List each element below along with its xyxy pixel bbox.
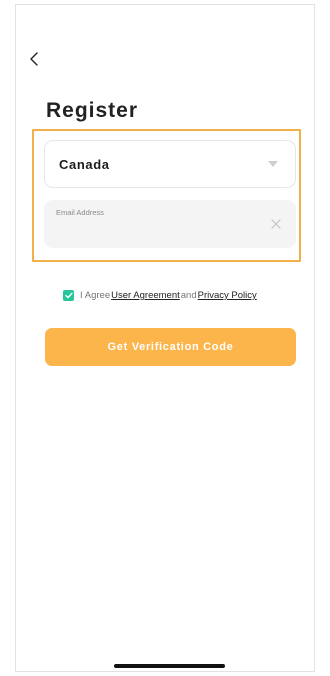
email-input[interactable] <box>56 222 256 240</box>
close-icon[interactable] <box>270 218 282 230</box>
get-verification-code-button[interactable]: Get Verification Code <box>45 328 296 366</box>
page-title: Register <box>46 99 139 122</box>
check-icon <box>64 292 73 299</box>
email-field[interactable]: Email Address <box>44 200 296 248</box>
agreement-row: I Agree User Agreement and Privacy Polic… <box>63 290 257 301</box>
email-label: Email Address <box>56 208 104 217</box>
chevron-left-icon <box>30 52 38 66</box>
agree-conjunction: and <box>180 290 197 301</box>
back-button[interactable] <box>27 49 41 69</box>
home-indicator <box>114 664 225 668</box>
privacy-policy-link[interactable]: Privacy Policy <box>198 290 257 301</box>
user-agreement-link[interactable]: User Agreement <box>111 290 180 301</box>
country-value: Canada <box>59 156 110 172</box>
caret-down-icon <box>268 161 278 167</box>
agree-checkbox[interactable] <box>63 290 74 301</box>
country-select[interactable]: Canada <box>44 140 296 188</box>
agree-prefix: I Agree <box>80 290 111 301</box>
phone-screen: Register Canada Email Address I Agree Us… <box>15 4 315 672</box>
